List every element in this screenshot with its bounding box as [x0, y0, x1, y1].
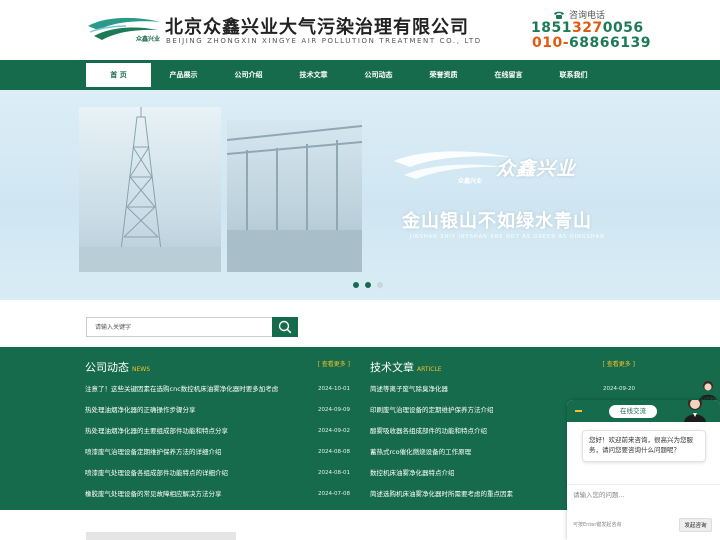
article-title[interactable]: 简述等离子废气除臭净化器	[370, 379, 448, 400]
phone-number-landline: 010-68866139	[532, 35, 651, 51]
hero-banner[interactable]: 众鑫兴业 众鑫兴业 金山银山不如绿水青山 JINSHAN SHIY INYSHA…	[0, 90, 720, 300]
nav-item-about[interactable]: 公司介绍	[216, 63, 281, 87]
nav-item-honors[interactable]: 荣誉资质	[411, 63, 476, 87]
news-title[interactable]: 喷漆废气治理设备定期维护保养方法的详细介绍	[85, 442, 222, 463]
news-date: 2024-07-08	[318, 491, 350, 497]
company-name-en: BEIJING ZHONGXIN XINGYE AIR POLLUTION TR…	[166, 37, 482, 45]
phone1-part3: 0056	[602, 20, 644, 36]
tech-articles-title-en: ARTICLE	[417, 366, 442, 373]
news-title[interactable]: 橡胶废气处理设备的常见故障相应解决方法分享	[85, 484, 222, 505]
company-news-title: 公司动态	[85, 361, 129, 374]
phone-icon	[554, 11, 564, 19]
logo-caption: 众鑫兴业	[136, 36, 161, 43]
phone2-part2: 68866139	[569, 35, 651, 51]
news-title[interactable]: 注意了！这些关键因素在选购cnc数控机床油雾净化器时要多加考虑	[85, 379, 278, 400]
banner-photo-tower	[79, 107, 221, 272]
chat-widget: 在线交流 您好！欢迎前来咨询，很高兴为您服务，请问您要咨询什么问题呢？ 可按En…	[567, 400, 720, 540]
chat-online-label[interactable]: 在线交流	[609, 405, 657, 418]
phone1-part2: 327	[571, 20, 603, 36]
slider-dot-1[interactable]	[353, 282, 359, 288]
search-input[interactable]	[86, 317, 273, 337]
nav-item-products[interactable]: 产品展示	[151, 63, 216, 87]
nav-item-articles[interactable]: 技术文章	[281, 63, 346, 87]
search-button[interactable]	[272, 317, 298, 337]
news-date: 2024-08-08	[318, 449, 350, 455]
plant-illustration	[226, 125, 363, 272]
slider-dots	[353, 282, 383, 288]
chat-header: 在线交流	[567, 400, 720, 422]
company-news-title-en: NEWS	[132, 366, 151, 373]
phone-number-mobile: 18513270056	[531, 20, 644, 36]
banner-slogan-en: JINSHAN SHIY INYSHAN ARE NOT AS GREEN AS…	[410, 234, 605, 240]
article-title[interactable]: 印刷废气治理设备的定期维护保养方法介绍	[370, 400, 494, 421]
list-item[interactable]: 简述等离子废气除臭净化器 2024-09-20	[370, 379, 635, 400]
list-item[interactable]: 喷漆废气治理设备定期维护保养方法的详细介绍 2024-08-08	[85, 442, 350, 463]
news-title[interactable]: 喷漆废气处理设备各组成部件功能特点的详细介绍	[85, 463, 228, 484]
news-title[interactable]: 热处理油烟净化器的正确操作步骤分享	[85, 400, 196, 421]
article-title[interactable]: 简述选购机床油雾净化器时所需要考虑的重点因素	[370, 484, 513, 505]
news-date: 2024-09-02	[318, 428, 350, 434]
chat-welcome-message: 您好！欢迎前来咨询，很高兴为您服务，请问您要咨询什么问题呢？	[582, 430, 706, 462]
chat-message-input[interactable]	[567, 484, 720, 520]
phone1-part1: 1851	[531, 20, 572, 36]
nav-item-news[interactable]: 公司动态	[346, 63, 411, 87]
chat-agent-avatar-icon	[684, 400, 706, 422]
banner-logo-icon	[394, 151, 510, 179]
list-item[interactable]: 橡胶废气处理设备的常见故障相应解决方法分享 2024-07-08	[85, 484, 350, 505]
article-title[interactable]: 数控机床油雾净化器特点介绍	[370, 463, 455, 484]
list-item[interactable]: 热处理油烟净化器的正确操作步骤分享 2024-09-09	[85, 400, 350, 421]
slider-dot-3[interactable]	[377, 282, 383, 288]
news-date: 2024-10-01	[318, 386, 350, 392]
news-date: 2024-09-09	[318, 407, 350, 413]
article-title[interactable]: 酸雾吸收器各组成部件的功能和特点介绍	[370, 421, 487, 442]
list-item[interactable]: 喷漆废气处理设备各组成部件功能特点的详细介绍 2024-08-01	[85, 463, 350, 484]
main-nav: 首 页 产品展示 公司介绍 技术文章 公司动态 荣誉资质 在线留言 联系我们	[0, 60, 720, 90]
news-date: 2024-08-01	[318, 470, 350, 476]
list-item[interactable]: 注意了！这些关键因素在选购cnc数控机床油雾净化器时要多加考虑 2024-10-0…	[85, 379, 350, 400]
banner-photo-plant	[226, 120, 363, 272]
news-title[interactable]: 热处理油烟净化器的主要组成部件功能和特点分享	[85, 421, 228, 442]
article-date: 2024-09-20	[603, 386, 635, 392]
banner-brand: 众鑫兴业	[496, 158, 577, 180]
banner-slogan: 金山银山不如绿水青山	[402, 211, 592, 232]
company-news-column: 公司动态 NEWS [ 查看更多 ] 注意了！这些关键因素在选购cnc数控机床油雾…	[85, 356, 350, 505]
chat-minimize-icon[interactable]	[575, 410, 582, 412]
company-news-header: 公司动态 NEWS [ 查看更多 ]	[85, 356, 351, 374]
banner-brand-caption: 众鑫兴业	[458, 178, 483, 185]
chat-send-button[interactable]: 发起咨询	[679, 518, 712, 532]
tech-articles-header: 技术文章 ARTICLE [ 查看更多 ]	[370, 356, 636, 374]
search-bar	[86, 317, 298, 337]
list-item[interactable]: 热处理油烟净化器的主要组成部件功能和特点分享 2024-09-02	[85, 421, 350, 442]
nav-item-contact[interactable]: 联系我们	[541, 63, 606, 87]
phone2-part1: 010-	[532, 35, 570, 51]
nav-item-message[interactable]: 在线留言	[476, 63, 541, 87]
page: 众鑫兴业 北京众鑫兴业大气污染治理有限公司 BEIJING ZHONGXIN X…	[0, 0, 720, 540]
tech-articles-more-link[interactable]: [ 查看更多 ]	[603, 359, 636, 368]
search-icon	[278, 320, 292, 334]
chat-enter-tip: 可按Enter键发起咨询	[573, 522, 622, 528]
nav-item-home[interactable]: 首 页	[86, 63, 151, 87]
article-title[interactable]: 蓄热式rco催化燃烧设备的工作原理	[370, 442, 471, 463]
company-news-more-link[interactable]: [ 查看更多 ]	[318, 359, 351, 368]
slider-dot-2[interactable]	[365, 282, 371, 288]
footer-bar	[86, 532, 236, 540]
tower-illustration	[79, 107, 221, 272]
site-header: 众鑫兴业 北京众鑫兴业大气污染治理有限公司 BEIJING ZHONGXIN X…	[0, 0, 720, 60]
company-name: 北京众鑫兴业大气污染治理有限公司	[165, 17, 469, 38]
tech-articles-title: 技术文章	[370, 361, 414, 374]
